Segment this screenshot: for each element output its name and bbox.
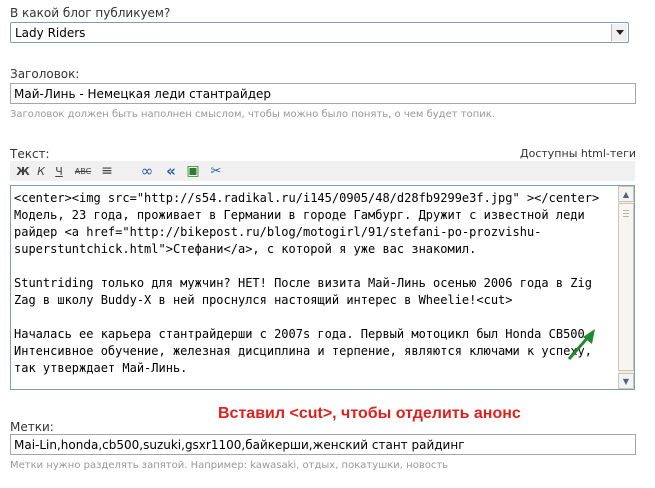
strike-button[interactable]: ABC	[72, 163, 94, 179]
tags-label: Метки:	[10, 420, 54, 434]
video-icon[interactable]: ▣	[186, 163, 200, 179]
cut-icon[interactable]: ✂	[208, 163, 224, 179]
title-input-value: Май-Линь - Немецкая леди стантрайдер	[14, 87, 271, 101]
link-icon[interactable]: ∞	[138, 162, 156, 180]
scroll-up-icon[interactable]: ▲	[618, 186, 634, 202]
text-label: Текст:	[10, 147, 50, 161]
title-hint: Заголовок должен быть наполнен смыслом, …	[10, 109, 495, 120]
annotation-arrow-icon	[567, 329, 595, 360]
list-button[interactable]: ≡	[100, 163, 114, 179]
blog-label: В какой блог публикуем?	[10, 6, 171, 20]
quote-icon[interactable]: «	[164, 162, 178, 180]
annotation-text: Вставил <cut>, чтобы отделить анонс	[218, 405, 521, 422]
blog-select-value: Lady Riders	[15, 26, 86, 40]
title-label: Заголовок:	[10, 67, 80, 81]
editor-scrollbar[interactable]: ▲ ▼	[618, 186, 634, 389]
scroll-down-icon[interactable]: ▼	[618, 373, 634, 389]
italic-button[interactable]: К	[34, 163, 48, 179]
tags-input-value: Mai-Lin,honda,cb500,suzuki,gsxr1100,байк…	[14, 438, 465, 452]
text-editor[interactable]: <center><img src="http://s54.radikal.ru/…	[10, 185, 635, 390]
editor-toolbar: Ж К Ч ABC ≡ ∞ « ▣ ✂	[10, 161, 635, 181]
underline-button[interactable]: Ч	[52, 163, 66, 179]
chevron-down-icon[interactable]	[611, 24, 627, 41]
tags-input[interactable]: Mai-Lin,honda,cb500,suzuki,gsxr1100,байк…	[10, 434, 636, 455]
scroll-thumb[interactable]	[618, 203, 634, 371]
blog-select[interactable]: Lady Riders	[10, 22, 629, 43]
title-input[interactable]: Май-Линь - Немецкая леди стантрайдер	[10, 83, 636, 104]
tags-hint: Метки нужно разделять запятой. Например:…	[10, 460, 449, 471]
html-tags-link[interactable]: Доступны html-теги	[520, 147, 636, 160]
bold-button[interactable]: Ж	[16, 163, 30, 179]
text-editor-content: <center><img src="http://s54.radikal.ru/…	[14, 191, 600, 375]
